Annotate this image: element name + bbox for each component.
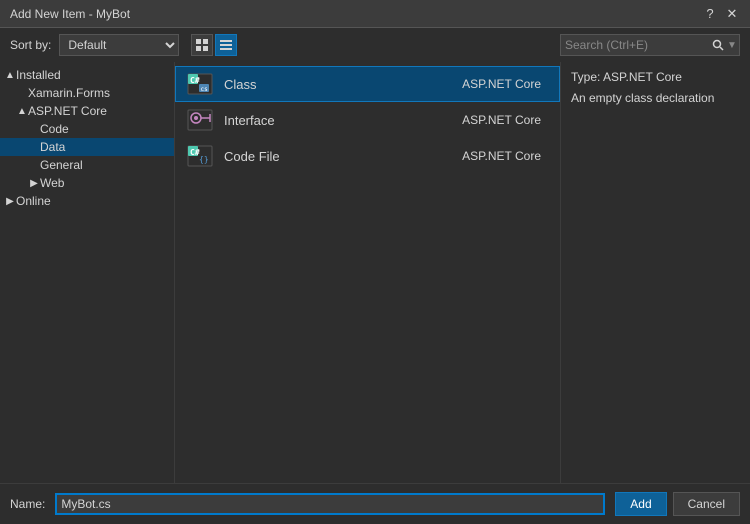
codefile-icon: C# {} xyxy=(186,142,214,170)
sidebar-item-online[interactable]: ▶ Online xyxy=(0,192,174,210)
item-type-codefile: ASP.NET Core xyxy=(462,149,541,163)
help-button[interactable]: ? xyxy=(702,6,718,22)
search-box: ▼ xyxy=(560,34,740,56)
sidebar-item-general[interactable]: General xyxy=(0,156,174,174)
search-icon[interactable] xyxy=(711,35,725,55)
sidebar-item-code[interactable]: Code xyxy=(0,120,174,138)
list-view-button[interactable] xyxy=(215,34,237,56)
item-type-class: ASP.NET Core xyxy=(462,77,541,91)
view-icons xyxy=(191,34,237,56)
item-row-interface[interactable]: Interface ASP.NET Core xyxy=(175,102,560,138)
top-bar: Sort by: Default xyxy=(0,28,750,62)
sidebar-label-installed: Installed xyxy=(16,68,61,82)
sort-label: Sort by: xyxy=(10,38,51,52)
dialog-title: Add New Item - MyBot xyxy=(10,7,130,21)
interface-icon xyxy=(186,106,214,134)
cancel-button[interactable]: Cancel xyxy=(673,492,740,516)
toggle-online: ▶ xyxy=(4,196,16,207)
sidebar-label-xamarin: Xamarin.Forms xyxy=(28,86,110,100)
add-button[interactable]: Add xyxy=(615,492,666,516)
item-name-codefile: Code File xyxy=(224,149,452,164)
search-dropdown-icon[interactable]: ▼ xyxy=(725,35,739,55)
name-label: Name: xyxy=(10,497,45,511)
sidebar-label-web: Web xyxy=(40,176,64,190)
bottom-bar: Name: Add Cancel xyxy=(0,483,750,524)
title-bar: Add New Item - MyBot ? ✕ xyxy=(0,0,750,28)
info-panel: Type: ASP.NET Core An empty class declar… xyxy=(560,62,750,483)
sidebar-label-aspnet: ASP.NET Core xyxy=(28,104,107,118)
toggle-web: ▶ xyxy=(28,178,40,189)
grid-view-button[interactable] xyxy=(191,34,213,56)
sidebar-label-online: Online xyxy=(16,194,51,208)
sidebar: ▲ Installed Xamarin.Forms ▲ ASP.NET Core… xyxy=(0,62,175,483)
sort-select[interactable]: Default xyxy=(59,34,179,56)
sidebar-label-data: Data xyxy=(40,140,65,154)
sidebar-item-aspnet[interactable]: ▲ ASP.NET Core xyxy=(0,102,174,120)
sidebar-item-web[interactable]: ▶ Web xyxy=(0,174,174,192)
name-input[interactable] xyxy=(55,493,605,515)
item-row-class[interactable]: C# cs Class ASP.NET Core xyxy=(175,66,560,102)
sidebar-item-data[interactable]: Data xyxy=(0,138,174,156)
sidebar-label-code: Code xyxy=(40,122,69,136)
item-name-interface: Interface xyxy=(224,113,452,128)
svg-text:{}: {} xyxy=(199,155,209,164)
bottom-buttons: Add Cancel xyxy=(615,492,740,516)
toggle-installed: ▲ xyxy=(4,70,16,81)
info-type-label: Type: ASP.NET Core xyxy=(571,70,740,84)
sidebar-item-installed[interactable]: ▲ Installed xyxy=(0,66,174,84)
svg-text:C#: C# xyxy=(190,76,200,85)
item-name-class: Class xyxy=(224,77,452,92)
class-icon: C# cs xyxy=(186,70,214,98)
item-list: C# cs Class ASP.NET Core Interface xyxy=(175,62,560,483)
dialog-body: Sort by: Default xyxy=(0,28,750,524)
sidebar-label-general: General xyxy=(40,158,83,172)
item-row-codefile[interactable]: C# {} Code File ASP.NET Core xyxy=(175,138,560,174)
item-type-interface: ASP.NET Core xyxy=(462,113,541,127)
main-content: ▲ Installed Xamarin.Forms ▲ ASP.NET Core… xyxy=(0,62,750,483)
close-button[interactable]: ✕ xyxy=(724,6,740,22)
window-controls: ? ✕ xyxy=(702,6,740,22)
search-input[interactable] xyxy=(561,38,711,52)
info-description: An empty class declaration xyxy=(571,90,740,107)
svg-text:cs: cs xyxy=(201,86,209,93)
sidebar-item-xamarin[interactable]: Xamarin.Forms xyxy=(0,84,174,102)
toggle-aspnet: ▲ xyxy=(16,106,28,117)
